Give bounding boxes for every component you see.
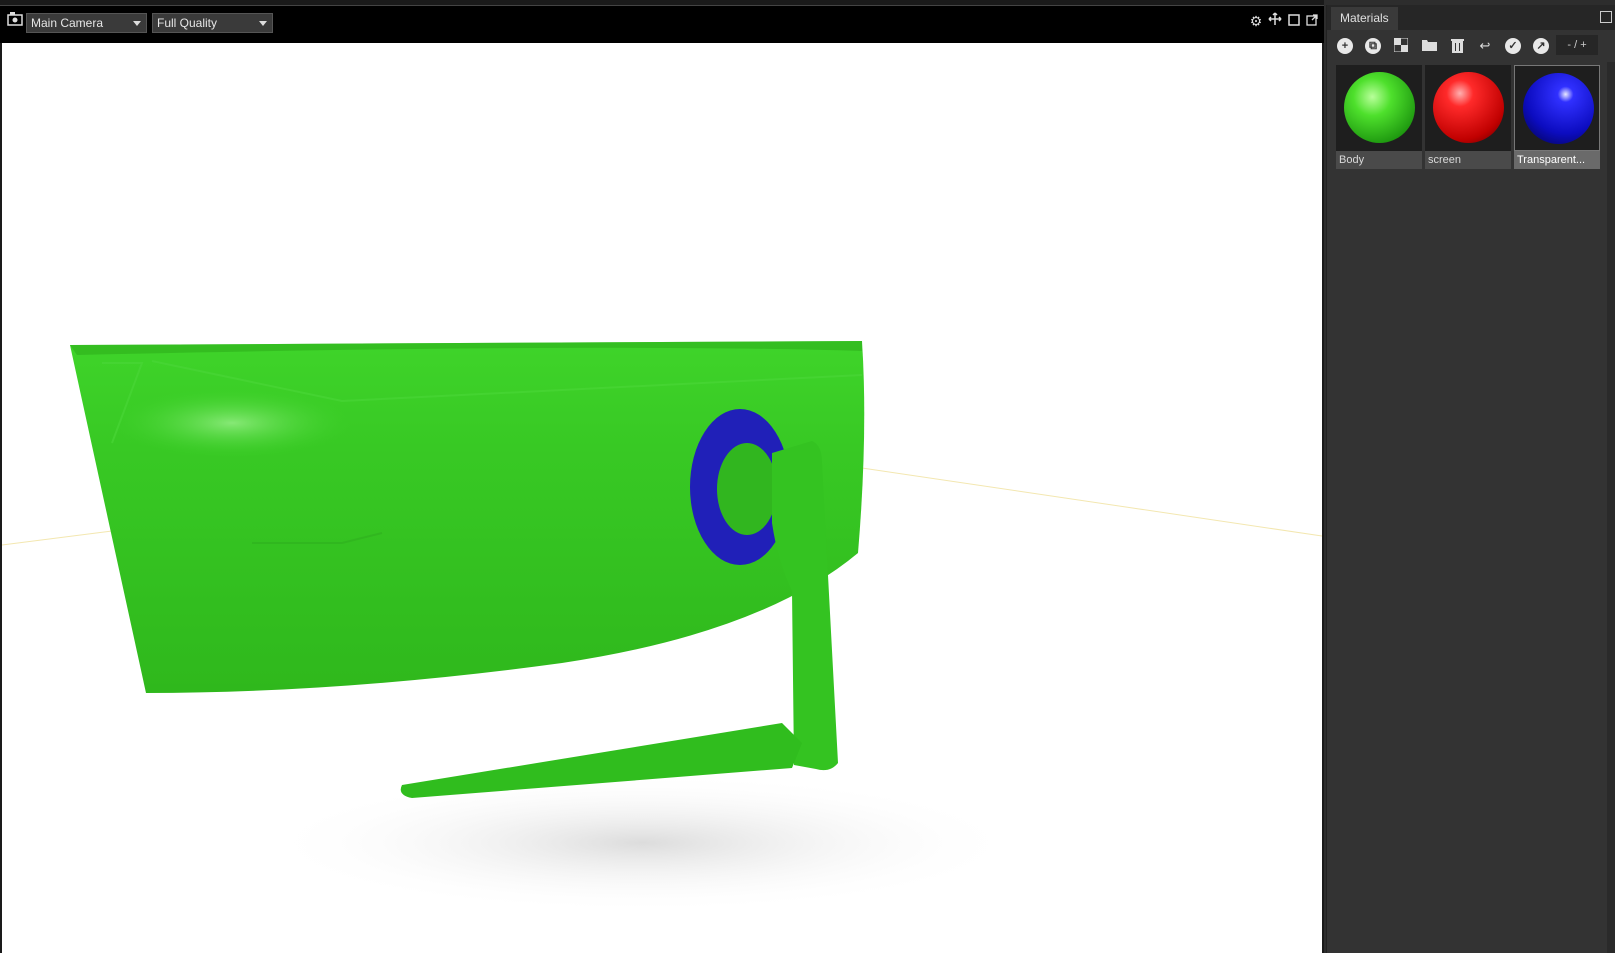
camera-select-label: Main Camera (31, 16, 104, 30)
popout-icon[interactable] (1303, 12, 1321, 30)
materials-counter[interactable]: - / + (1556, 35, 1598, 55)
camera-icon[interactable] (6, 12, 24, 30)
material-thumbnail (1514, 65, 1600, 151)
material-sphere (1433, 72, 1504, 143)
chevron-down-icon (259, 21, 267, 26)
grid-line (861, 467, 1322, 537)
material-item-screen[interactable]: screen (1425, 65, 1511, 169)
material-sphere (1344, 72, 1415, 143)
camera-select[interactable]: Main Camera (26, 13, 147, 33)
app-window: Main Camera Full Quality ⚙ Materials + ⧉… (0, 0, 1615, 953)
quality-select-label: Full Quality (157, 16, 218, 30)
materials-toolbar: + ⧉ ↩ ✓ ↗ - / + (1327, 30, 1615, 62)
share-icon[interactable]: ↩ (1477, 38, 1493, 54)
tab-materials[interactable]: Materials (1331, 7, 1398, 30)
materials-scrollbar[interactable] (1607, 62, 1615, 953)
popout-icon[interactable] (1600, 11, 1612, 23)
material-label: Transparent... (1514, 151, 1600, 169)
materials-tabbar: Materials (1327, 5, 1615, 30)
materials-panel: Materials + ⧉ ↩ ✓ ↗ - / + Body screen Tr… (1326, 5, 1615, 953)
render-canvas[interactable] (2, 43, 1322, 953)
material-label: screen (1425, 151, 1511, 169)
mount-hub (717, 443, 777, 535)
chevron-down-icon (133, 21, 141, 26)
material-label: Body (1336, 151, 1422, 169)
add-icon[interactable]: + (1337, 38, 1353, 54)
trash-icon[interactable] (1449, 38, 1465, 54)
check-circle-icon[interactable]: ✓ (1505, 38, 1521, 54)
material-sphere (1523, 73, 1594, 144)
arrow-circle-icon[interactable]: ↗ (1533, 38, 1549, 54)
move-icon[interactable] (1266, 12, 1284, 30)
scene-render (2, 341, 1322, 913)
duplicate-icon[interactable]: ⧉ (1365, 38, 1381, 54)
material-thumbnail (1336, 65, 1422, 151)
material-item-transparent[interactable]: Transparent... (1514, 65, 1600, 169)
folder-icon[interactable] (1421, 38, 1437, 54)
quality-select[interactable]: Full Quality (152, 13, 273, 33)
checker-icon[interactable] (1393, 37, 1409, 54)
gear-icon[interactable]: ⚙ (1247, 12, 1265, 30)
maximize-icon[interactable] (1285, 12, 1303, 30)
material-thumbnail (1425, 65, 1511, 151)
viewport-panel: Main Camera Full Quality ⚙ (0, 0, 1324, 953)
material-item-body[interactable]: Body (1336, 65, 1422, 169)
grid-line (2, 530, 113, 546)
viewport-toolbar: Main Camera Full Quality ⚙ (0, 5, 1324, 43)
floor-shadow (262, 773, 1022, 913)
monitor-highlight (112, 388, 352, 458)
